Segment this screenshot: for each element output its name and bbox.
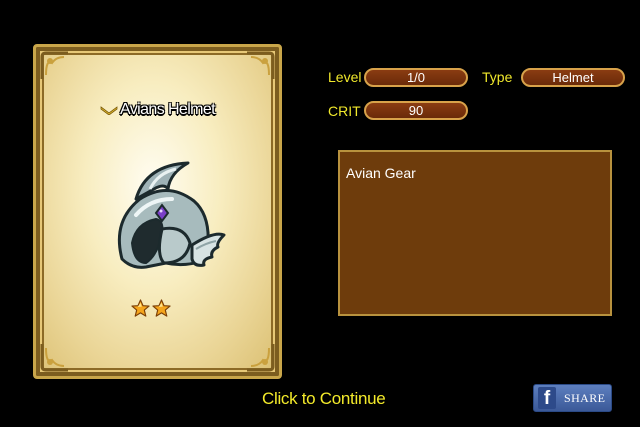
star-icon [152,299,171,317]
helmet-icon [117,161,226,269]
item-title: Avians Helmet [36,101,279,119]
card-corner-ornament [40,344,68,372]
crit-label: CRIT [328,103,361,119]
crit-value: 90 [364,101,468,120]
item-info-screen[interactable]: Avians Helmet Level 1/0 Type Helmet CRIT… [0,0,640,427]
facebook-icon: f [538,387,556,409]
type-value: Helmet [521,68,625,87]
item-card: Avians Helmet [33,44,282,379]
star-rating [131,299,171,318]
item-name: Avians Helmet [119,101,216,118]
card-corner-ornament [247,51,275,79]
level-value: 1/0 [364,68,468,87]
item-description: Avian Gear [346,165,416,181]
star-icon [131,299,150,317]
card-corner-ornament [40,51,68,79]
chevron-rank-icon [100,105,118,115]
level-label: Level [328,69,362,85]
card-corner-ornament [247,344,275,372]
share-label: SHARE [564,390,606,405]
description-box: Avian Gear [338,150,612,316]
type-label: Type [482,69,513,85]
facebook-share-button[interactable]: f SHARE [533,384,612,412]
continue-prompt[interactable]: Click to Continue [262,389,386,409]
